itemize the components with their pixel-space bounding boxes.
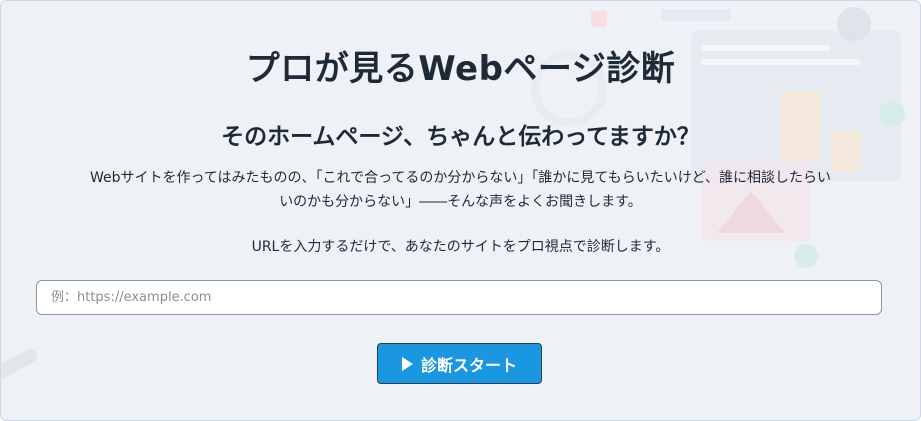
description-line: Webサイトを作ってはみたものの、「これで合ってるのか分からない」「誰かに見ても… bbox=[89, 170, 832, 186]
main-content: プロが見るWebページ診断 そのホームページ、ちゃんと伝わってますか？ Webサ… bbox=[1, 1, 920, 420]
page-frame: プロが見るWebページ診断 そのホームページ、ちゃんと伝わってますか？ Webサ… bbox=[0, 0, 921, 421]
start-button-label: 診断スタート bbox=[420, 355, 517, 375]
description: Webサイトを作ってはみたものの、「これで合ってるのか分からない」「誰かに見ても… bbox=[31, 166, 890, 214]
page-title: プロが見るWebページ診断 bbox=[245, 49, 676, 89]
instruction-text: URLを入力するだけで、あなたのサイトをプロ視点で診断します。 bbox=[251, 239, 670, 255]
url-input[interactable] bbox=[36, 280, 882, 315]
play-icon bbox=[401, 356, 413, 371]
start-diagnosis-button[interactable]: 診断スタート bbox=[377, 343, 542, 384]
page-subtitle: そのホームページ、ちゃんと伝わってますか？ bbox=[221, 124, 700, 150]
description-line: いのかも分からない」――そんな声をよくお聞きします。 bbox=[279, 194, 642, 210]
